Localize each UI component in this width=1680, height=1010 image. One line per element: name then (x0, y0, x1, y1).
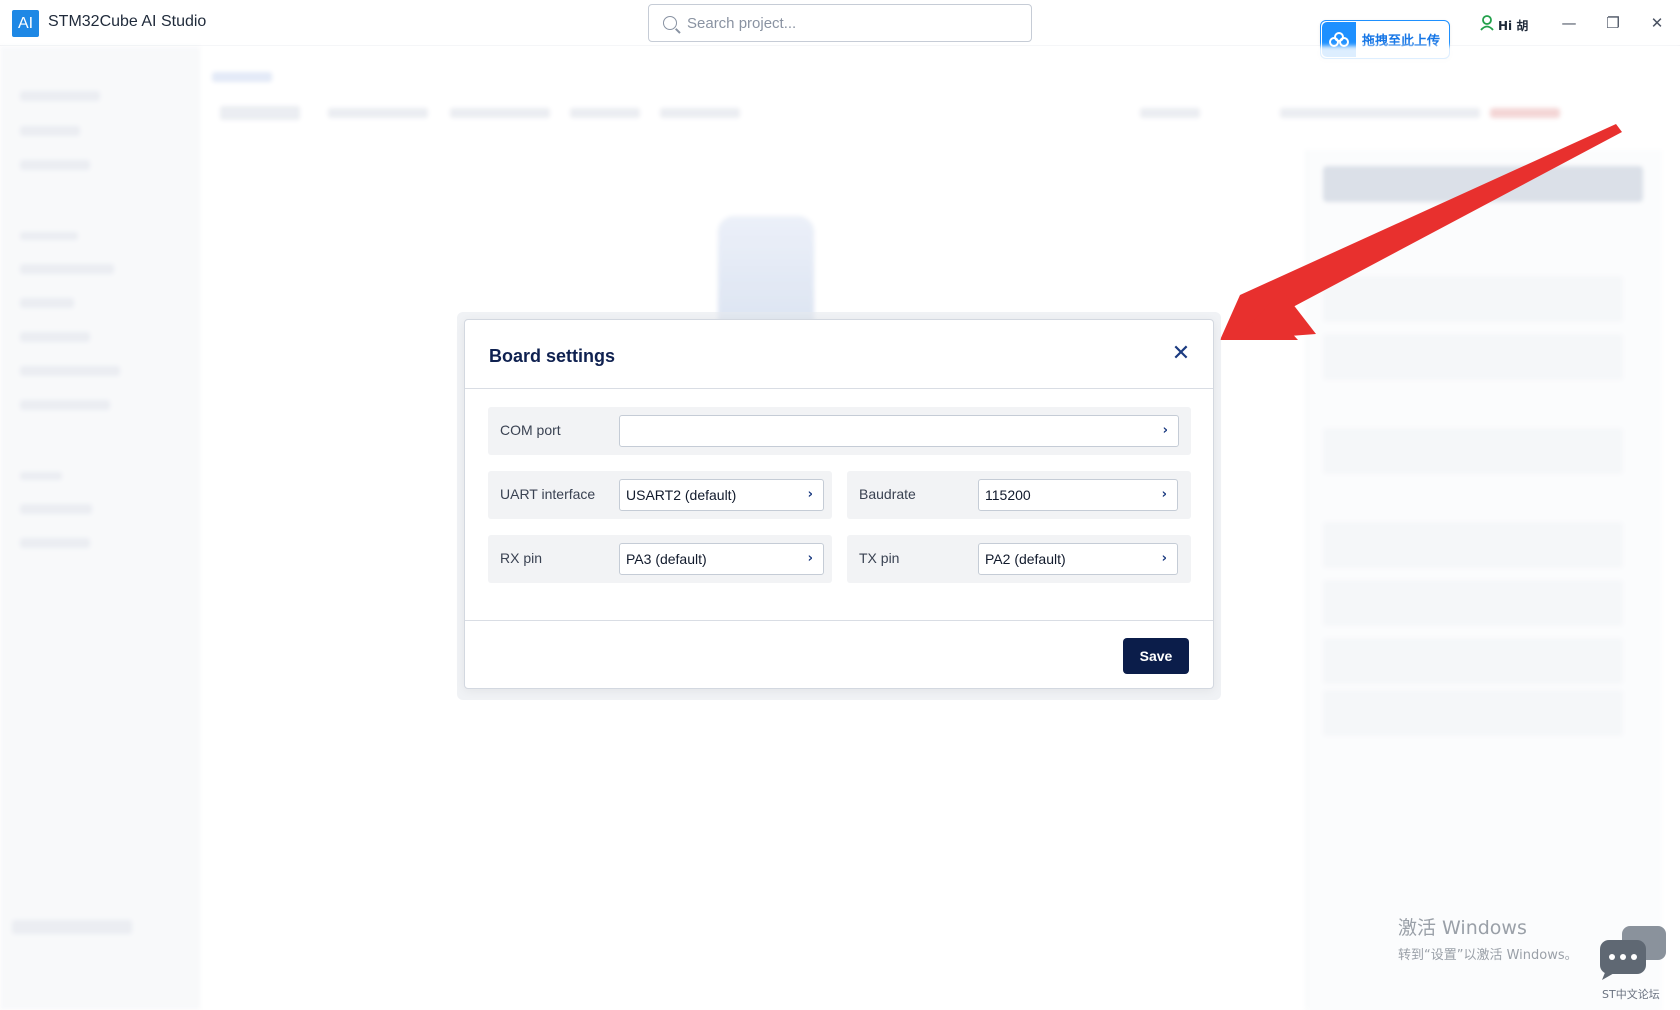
forum-label: ST中文论坛 (1602, 988, 1660, 1001)
com-port-select[interactable]: › (619, 415, 1179, 447)
baudrate-select[interactable]: 115200 › (978, 479, 1178, 511)
tx-pin-label: TX pin (859, 550, 900, 566)
rx-pin-label: RX pin (500, 550, 543, 566)
uart-interface-label: UART interface (500, 486, 596, 502)
com-port-label: COM port (500, 422, 561, 438)
modal-title: Board settings (489, 346, 616, 366)
close-icon[interactable]: ✕ (1169, 342, 1193, 366)
chevron-right-icon: › (1161, 551, 1167, 566)
app-title: STM32Cube AI Studio (48, 13, 207, 30)
rx-pin-value: PA3 (default) (626, 551, 707, 567)
chevron-right-icon: › (1162, 423, 1168, 438)
save-button[interactable]: Save (1123, 638, 1189, 674)
baudrate-value: 115200 (985, 487, 1031, 503)
sidebar (0, 46, 200, 1010)
baudrate-label: Baudrate (859, 486, 916, 502)
tx-pin-value: PA2 (default) (985, 551, 1066, 567)
rx-pin-select[interactable]: PA3 (default) › (619, 543, 824, 575)
watermark-line1: 激活 Windows (1398, 917, 1527, 939)
forum-chat-icon (1600, 926, 1666, 980)
restore-button[interactable]: ❐ (1598, 10, 1628, 36)
modal-footer: Save (465, 620, 1213, 690)
uart-interface-value: USART2 (default) (626, 487, 737, 503)
search-icon (663, 16, 677, 30)
app-logo: AI (12, 10, 39, 37)
user-menu[interactable]: Hi 胡 (1480, 15, 1528, 35)
board-settings-dialog: Board settings ✕ COM port › UART interfa… (464, 319, 1214, 689)
chevron-right-icon: › (807, 487, 813, 502)
com-port-row: COM port › (488, 407, 1191, 455)
minimize-button[interactable]: — (1554, 10, 1584, 36)
user-icon (1480, 15, 1494, 35)
chevron-right-icon: › (1161, 487, 1167, 502)
annotation-arrow (1220, 124, 1622, 340)
chevron-right-icon: › (807, 551, 813, 566)
uart-interface-row: UART interface USART2 (default) › (488, 471, 832, 519)
search-input[interactable] (687, 14, 1007, 32)
baudrate-row: Baudrate 115200 › (847, 471, 1191, 519)
close-window-button[interactable]: ✕ (1642, 10, 1672, 36)
windows-activation-watermark: 激活 Windows 转到“设置”以激活 Windows。 (1398, 913, 1578, 963)
title-bar: AI STM32Cube AI Studio 拖拽至此上传 Hi 胡 — ❐ ✕ (0, 0, 1680, 59)
search-box[interactable] (648, 4, 1032, 42)
uart-interface-select[interactable]: USART2 (default) › (619, 479, 824, 511)
tx-pin-row: TX pin PA2 (default) › (847, 535, 1191, 583)
watermark-line2: 转到“设置”以激活 Windows。 (1398, 948, 1578, 963)
modal-header: Board settings ✕ (465, 320, 1213, 389)
rx-pin-row: RX pin PA3 (default) › (488, 535, 832, 583)
user-greeting: Hi 胡 (1498, 18, 1529, 33)
tx-pin-select[interactable]: PA2 (default) › (978, 543, 1178, 575)
